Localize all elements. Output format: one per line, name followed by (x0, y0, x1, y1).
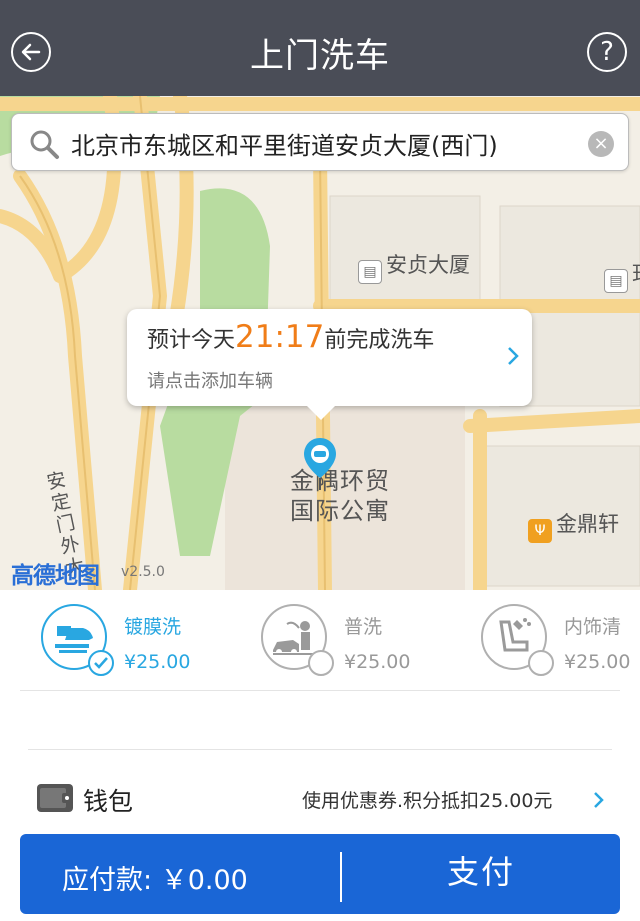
amount-due: 应付款: ￥0.00 (62, 858, 248, 897)
wallet-discount-hint: 使用优惠券.积分抵扣25.00元 (302, 790, 553, 812)
service-selector: 镀膜洗 ¥25.00 普洗 ¥25.00 内饰清 ¥25.00 (0, 590, 640, 690)
amount-due-label: 应付款: (62, 865, 153, 896)
poi-anzhen-building[interactable]: ▤ 安贞大厦 (358, 249, 470, 284)
service-name: 内饰清 (564, 616, 622, 638)
amap-logo: 高德地图 (11, 563, 100, 589)
poi-label: 珏 (632, 262, 640, 286)
poi-label: 安贞大厦 (386, 253, 470, 277)
add-vehicle-hint: 请点击添加车辆 (147, 371, 273, 392)
question-mark-icon: ? (600, 37, 614, 67)
poi-edge-building[interactable]: ▤珏 (604, 258, 640, 293)
wallet-label: 钱包 (83, 787, 134, 816)
poi-label: 金鼎轩 (556, 512, 619, 536)
eta-prefix: 预计今天 (147, 328, 236, 353)
service-price: ¥25.00 (124, 651, 191, 673)
help-button[interactable]: ? (587, 32, 627, 72)
service-option-coating[interactable]: 镀膜洗 ¥25.00 (41, 604, 251, 680)
building-name-line2: 国际公寓 (290, 497, 390, 525)
selected-check-icon (88, 650, 114, 676)
location-pin-icon (304, 438, 336, 490)
address-text[interactable]: 北京市东城区和平里街道安贞大厦(西门) (71, 126, 498, 161)
amount-due-value: ￥0.00 (160, 865, 248, 896)
service-option-interior[interactable]: 内饰清 ¥25.00 (481, 604, 640, 680)
map-view[interactable]: 北京市东城区和平里街道安贞大厦(西门) × ▤安贞大厦 ▤珏 Ψ金鼎轩 安定门外… (0, 96, 640, 590)
building-icon: ▤ (358, 260, 382, 284)
pay-button[interactable]: 支付 (342, 834, 620, 914)
address-search-bar[interactable]: 北京市东城区和平里街道安贞大厦(西门) × (11, 113, 629, 171)
eta-suffix: 前完成洗车 (324, 328, 435, 353)
unselected-radio-icon (308, 650, 334, 676)
divider (28, 749, 612, 750)
eta-time: 21:17 (235, 319, 325, 355)
page-title: 上门洗车 (250, 36, 390, 76)
divider (20, 690, 620, 691)
search-icon (30, 130, 59, 159)
restaurant-icon: Ψ (528, 519, 552, 543)
unselected-radio-icon (528, 650, 554, 676)
poi-jinding-restaurant[interactable]: Ψ 金鼎轩 (528, 508, 619, 543)
payment-bar: 应付款: ￥0.00 支付 (20, 834, 620, 914)
nav-bar: 上门洗车 ? (0, 0, 640, 96)
wallet-icon (37, 784, 73, 812)
amap-version: v2.5.0 (121, 564, 165, 580)
eta-bubble[interactable]: 预计今天21:17前完成洗车 请点击添加车辆 (127, 309, 532, 420)
service-price: ¥25.00 (344, 651, 411, 673)
service-price: ¥25.00 (564, 651, 631, 673)
building-icon: ▤ (604, 269, 628, 293)
service-option-standard[interactable]: 普洗 ¥25.00 (261, 604, 471, 680)
eta-text: 预计今天21:17前完成洗车 (147, 319, 434, 355)
clear-icon[interactable]: × (588, 131, 614, 157)
wallet-row[interactable]: 钱包 使用优惠券.积分抵扣25.00元 (0, 770, 640, 830)
chevron-right-icon (508, 347, 519, 365)
service-name: 镀膜洗 (124, 616, 182, 638)
service-name: 普洗 (344, 616, 383, 638)
chevron-right-icon (594, 792, 604, 808)
